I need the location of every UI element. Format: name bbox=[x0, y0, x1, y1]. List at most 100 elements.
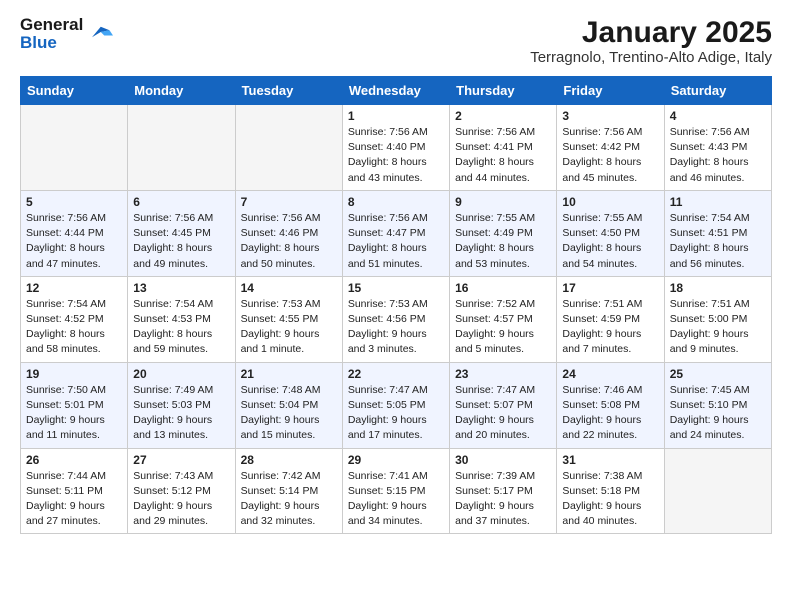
calendar-week-row: 26Sunrise: 7:44 AM Sunset: 5:11 PM Dayli… bbox=[21, 448, 772, 534]
logo-blue: Blue bbox=[20, 34, 83, 52]
calendar-header-row: SundayMondayTuesdayWednesdayThursdayFrid… bbox=[21, 77, 772, 105]
calendar-table: SundayMondayTuesdayWednesdayThursdayFrid… bbox=[20, 76, 772, 534]
calendar-day-cell: 30 Sunrise: 7:39 AM Sunset: 5:17 PM Dayli… bbox=[450, 448, 557, 534]
calendar-day-cell: 4 Sunrise: 7:56 AM Sunset: 4:43 PM Daylig… bbox=[664, 105, 771, 191]
calendar-week-row: 19Sunrise: 7:50 AM Sunset: 5:01 PM Dayli… bbox=[21, 362, 772, 448]
calendar-day-cell: 11 Sunrise: 7:54 AM Sunset: 4:51 PM Dayli… bbox=[664, 190, 771, 276]
day-info: Sunrise: 7:42 AM Sunset: 5:14 PM Dayligh… bbox=[241, 469, 337, 530]
day-info: Sunrise: 7:56 AM Sunset: 4:47 PM Dayligh… bbox=[348, 211, 444, 272]
day-number: 16 bbox=[455, 281, 551, 295]
calendar-day-cell: 21 Sunrise: 7:48 AM Sunset: 5:04 PM Dayli… bbox=[235, 362, 342, 448]
day-header-sunday: Sunday bbox=[21, 77, 128, 105]
calendar-day-cell: 29 Sunrise: 7:41 AM Sunset: 5:15 PM Dayli… bbox=[342, 448, 449, 534]
day-info: Sunrise: 7:51 AM Sunset: 4:59 PM Dayligh… bbox=[562, 297, 658, 358]
calendar-day-cell: 15 Sunrise: 7:53 AM Sunset: 4:56 PM Dayli… bbox=[342, 276, 449, 362]
day-header-friday: Friday bbox=[557, 77, 664, 105]
day-number: 11 bbox=[670, 195, 766, 209]
day-header-wednesday: Wednesday bbox=[342, 77, 449, 105]
day-info: Sunrise: 7:49 AM Sunset: 5:03 PM Dayligh… bbox=[133, 383, 229, 444]
calendar-day-cell bbox=[128, 105, 235, 191]
day-info: Sunrise: 7:56 AM Sunset: 4:43 PM Dayligh… bbox=[670, 125, 766, 186]
day-info: Sunrise: 7:56 AM Sunset: 4:40 PM Dayligh… bbox=[348, 125, 444, 186]
logo-bird-icon bbox=[85, 23, 113, 41]
day-info: Sunrise: 7:47 AM Sunset: 5:05 PM Dayligh… bbox=[348, 383, 444, 444]
day-header-saturday: Saturday bbox=[664, 77, 771, 105]
day-info: Sunrise: 7:53 AM Sunset: 4:56 PM Dayligh… bbox=[348, 297, 444, 358]
day-number: 7 bbox=[241, 195, 337, 209]
day-number: 22 bbox=[348, 367, 444, 381]
calendar-day-cell: 1 Sunrise: 7:56 AM Sunset: 4:40 PM Daylig… bbox=[342, 105, 449, 191]
calendar-day-cell: 26Sunrise: 7:44 AM Sunset: 5:11 PM Dayli… bbox=[21, 448, 128, 534]
day-header-thursday: Thursday bbox=[450, 77, 557, 105]
day-number: 30 bbox=[455, 453, 551, 467]
calendar-week-row: 1 Sunrise: 7:56 AM Sunset: 4:40 PM Daylig… bbox=[21, 105, 772, 191]
day-number: 3 bbox=[562, 109, 658, 123]
title-block: January 2025 Terragnolo, Trentino-Alto A… bbox=[530, 16, 772, 66]
day-info: Sunrise: 7:56 AM Sunset: 4:46 PM Dayligh… bbox=[241, 211, 337, 272]
calendar-title: January 2025 bbox=[530, 16, 772, 49]
day-info: Sunrise: 7:41 AM Sunset: 5:15 PM Dayligh… bbox=[348, 469, 444, 530]
day-info: Sunrise: 7:55 AM Sunset: 4:49 PM Dayligh… bbox=[455, 211, 551, 272]
calendar-day-cell: 9 Sunrise: 7:55 AM Sunset: 4:49 PM Daylig… bbox=[450, 190, 557, 276]
day-info: Sunrise: 7:54 AM Sunset: 4:51 PM Dayligh… bbox=[670, 211, 766, 272]
day-info: Sunrise: 7:52 AM Sunset: 4:57 PM Dayligh… bbox=[455, 297, 551, 358]
day-header-monday: Monday bbox=[128, 77, 235, 105]
calendar-week-row: 12 Sunrise: 7:54 AM Sunset: 4:52 PM Dayli… bbox=[21, 276, 772, 362]
day-number: 23 bbox=[455, 367, 551, 381]
day-number: 19 bbox=[26, 367, 122, 381]
calendar-day-cell: 25Sunrise: 7:45 AM Sunset: 5:10 PM Dayli… bbox=[664, 362, 771, 448]
calendar-day-cell: 14Sunrise: 7:53 AM Sunset: 4:55 PM Dayli… bbox=[235, 276, 342, 362]
calendar-day-cell: 8 Sunrise: 7:56 AM Sunset: 4:47 PM Daylig… bbox=[342, 190, 449, 276]
logo-general: General bbox=[20, 16, 83, 34]
day-number: 8 bbox=[348, 195, 444, 209]
day-number: 2 bbox=[455, 109, 551, 123]
day-info: Sunrise: 7:54 AM Sunset: 4:52 PM Dayligh… bbox=[26, 297, 122, 358]
calendar-day-cell bbox=[21, 105, 128, 191]
day-number: 6 bbox=[133, 195, 229, 209]
logo: General Blue bbox=[20, 16, 113, 52]
day-info: Sunrise: 7:48 AM Sunset: 5:04 PM Dayligh… bbox=[241, 383, 337, 444]
day-info: Sunrise: 7:43 AM Sunset: 5:12 PM Dayligh… bbox=[133, 469, 229, 530]
calendar-day-cell: 6Sunrise: 7:56 AM Sunset: 4:45 PM Daylig… bbox=[128, 190, 235, 276]
calendar-day-cell: 20Sunrise: 7:49 AM Sunset: 5:03 PM Dayli… bbox=[128, 362, 235, 448]
calendar-day-cell: 31 Sunrise: 7:38 AM Sunset: 5:18 PM Dayli… bbox=[557, 448, 664, 534]
day-info: Sunrise: 7:39 AM Sunset: 5:17 PM Dayligh… bbox=[455, 469, 551, 530]
calendar-day-cell: 12 Sunrise: 7:54 AM Sunset: 4:52 PM Dayli… bbox=[21, 276, 128, 362]
day-number: 29 bbox=[348, 453, 444, 467]
day-number: 10 bbox=[562, 195, 658, 209]
calendar-day-cell: 23Sunrise: 7:47 AM Sunset: 5:07 PM Dayli… bbox=[450, 362, 557, 448]
calendar-day-cell: 5Sunrise: 7:56 AM Sunset: 4:44 PM Daylig… bbox=[21, 190, 128, 276]
day-info: Sunrise: 7:56 AM Sunset: 4:41 PM Dayligh… bbox=[455, 125, 551, 186]
page: General Blue January 2025 Terragnolo, Tr… bbox=[0, 0, 792, 550]
calendar-day-cell: 13Sunrise: 7:54 AM Sunset: 4:53 PM Dayli… bbox=[128, 276, 235, 362]
day-info: Sunrise: 7:38 AM Sunset: 5:18 PM Dayligh… bbox=[562, 469, 658, 530]
calendar-subtitle: Terragnolo, Trentino-Alto Adige, Italy bbox=[530, 49, 772, 66]
day-info: Sunrise: 7:46 AM Sunset: 5:08 PM Dayligh… bbox=[562, 383, 658, 444]
day-number: 14 bbox=[241, 281, 337, 295]
calendar-day-cell: 2 Sunrise: 7:56 AM Sunset: 4:41 PM Daylig… bbox=[450, 105, 557, 191]
day-number: 28 bbox=[241, 453, 337, 467]
day-number: 1 bbox=[348, 109, 444, 123]
day-number: 12 bbox=[26, 281, 122, 295]
day-number: 18 bbox=[670, 281, 766, 295]
calendar-week-row: 5Sunrise: 7:56 AM Sunset: 4:44 PM Daylig… bbox=[21, 190, 772, 276]
calendar-day-cell: 27 Sunrise: 7:43 AM Sunset: 5:12 PM Dayli… bbox=[128, 448, 235, 534]
day-number: 4 bbox=[670, 109, 766, 123]
day-info: Sunrise: 7:51 AM Sunset: 5:00 PM Dayligh… bbox=[670, 297, 766, 358]
calendar-day-cell: 17Sunrise: 7:51 AM Sunset: 4:59 PM Dayli… bbox=[557, 276, 664, 362]
calendar-day-cell: 22 Sunrise: 7:47 AM Sunset: 5:05 PM Dayli… bbox=[342, 362, 449, 448]
day-number: 5 bbox=[26, 195, 122, 209]
calendar-day-cell: 10 Sunrise: 7:55 AM Sunset: 4:50 PM Dayli… bbox=[557, 190, 664, 276]
day-info: Sunrise: 7:55 AM Sunset: 4:50 PM Dayligh… bbox=[562, 211, 658, 272]
day-header-tuesday: Tuesday bbox=[235, 77, 342, 105]
calendar-day-cell: 7 Sunrise: 7:56 AM Sunset: 4:46 PM Daylig… bbox=[235, 190, 342, 276]
day-number: 15 bbox=[348, 281, 444, 295]
calendar-day-cell: 3Sunrise: 7:56 AM Sunset: 4:42 PM Daylig… bbox=[557, 105, 664, 191]
day-number: 13 bbox=[133, 281, 229, 295]
day-number: 27 bbox=[133, 453, 229, 467]
day-number: 9 bbox=[455, 195, 551, 209]
day-number: 26 bbox=[26, 453, 122, 467]
day-number: 31 bbox=[562, 453, 658, 467]
calendar-day-cell: 18 Sunrise: 7:51 AM Sunset: 5:00 PM Dayli… bbox=[664, 276, 771, 362]
day-number: 21 bbox=[241, 367, 337, 381]
